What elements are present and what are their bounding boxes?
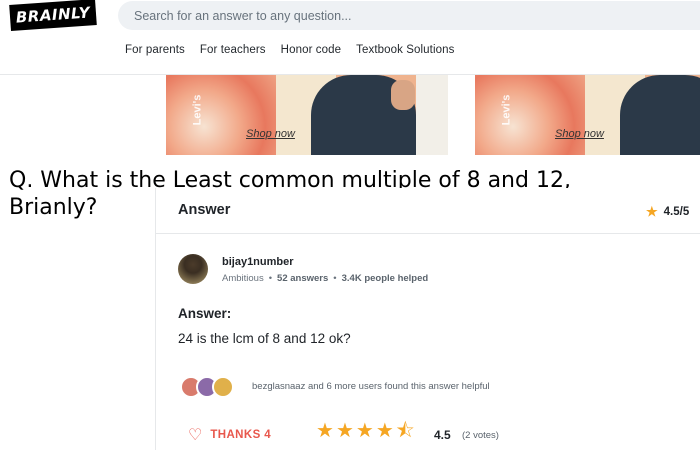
answer-rating-summary: ★ 4.5/5 bbox=[646, 204, 689, 220]
brainly-logo[interactable]: BRAINLY bbox=[9, 0, 97, 31]
dot-separator: • bbox=[333, 273, 337, 284]
ad-brand-text: Levi's bbox=[191, 94, 203, 126]
helpful-users-avatars[interactable] bbox=[180, 376, 250, 398]
answer-card-header: Answer ★ 4.5/5 bbox=[156, 188, 700, 234]
ad-banner-2[interactable]: Levi's Shop now bbox=[475, 75, 700, 155]
star-icon[interactable]: ★ bbox=[336, 421, 354, 441]
answerer-rank: Ambitious bbox=[222, 273, 264, 284]
avatar[interactable] bbox=[178, 254, 208, 284]
helpful-users-text: bezglasnaaz and 6 more users found this … bbox=[252, 381, 490, 392]
rating-summary-value: 4.5/5 bbox=[663, 206, 690, 218]
helper-avatar bbox=[212, 376, 234, 398]
ad-brand-text: Levi's bbox=[500, 94, 512, 126]
search-bar[interactable] bbox=[118, 1, 700, 30]
star-icon[interactable]: ★ bbox=[356, 421, 374, 441]
ad-model-hand bbox=[391, 80, 415, 110]
ad-flame-graphic bbox=[475, 75, 585, 155]
dot-separator: • bbox=[268, 273, 273, 284]
ad-banner-1[interactable]: Levi's Shop now bbox=[166, 75, 448, 155]
ad-brand: Levi's bbox=[186, 75, 208, 145]
answer-body: 24 is the lcm of 8 and 12 ok? bbox=[178, 331, 351, 346]
top-nav: For parents For teachers Honor code Text… bbox=[125, 44, 454, 56]
answerer-username[interactable]: bijay1number bbox=[222, 256, 294, 268]
answerer-helped-count: 3.4K people helped bbox=[341, 273, 429, 284]
nav-honor-code[interactable]: Honor code bbox=[281, 44, 341, 56]
thanks-label: THANKS 4 bbox=[210, 429, 272, 441]
star-icon[interactable]: ★ bbox=[376, 421, 394, 441]
rating-value: 4.5 bbox=[434, 428, 451, 442]
vote-count: (2 votes) bbox=[462, 430, 499, 441]
nav-for-teachers[interactable]: For teachers bbox=[200, 44, 266, 56]
thanks-button[interactable]: ♡ THANKS 4 bbox=[188, 425, 271, 445]
ad-flame-graphic bbox=[166, 75, 276, 155]
heart-icon: ♡ bbox=[188, 427, 203, 444]
nav-textbook-solutions[interactable]: Textbook Solutions bbox=[356, 44, 454, 56]
answer-label: Answer: bbox=[178, 306, 232, 321]
nav-for-parents[interactable]: For parents bbox=[125, 44, 185, 56]
star-icon: ★ bbox=[646, 204, 658, 219]
ad-shop-now-link[interactable]: Shop now bbox=[246, 128, 295, 140]
answerer-stats: Ambitious • 52 answers • 3.4K people hel… bbox=[222, 273, 428, 284]
ad-brand: Levi's bbox=[495, 75, 517, 145]
site-header: BRAINLY For parents For teachers Honor c… bbox=[0, 0, 700, 75]
ad-shop-now-link[interactable]: Shop now bbox=[555, 128, 604, 140]
ad-model-image bbox=[620, 75, 700, 155]
rating-stars[interactable]: ★ ★ ★ ★ ⯪ bbox=[316, 421, 415, 441]
answerer-answer-count: 52 answers bbox=[277, 273, 329, 284]
answer-card: Answer ★ 4.5/5 bijay1number Ambitious • … bbox=[155, 188, 700, 450]
search-input[interactable] bbox=[134, 8, 694, 23]
answer-heading: Answer bbox=[178, 202, 231, 218]
logo-text: BRAINLY bbox=[15, 3, 91, 27]
star-icon[interactable]: ★ bbox=[316, 421, 334, 441]
half-star-icon[interactable]: ⯪ bbox=[396, 421, 415, 441]
ad-background-right bbox=[416, 75, 448, 155]
